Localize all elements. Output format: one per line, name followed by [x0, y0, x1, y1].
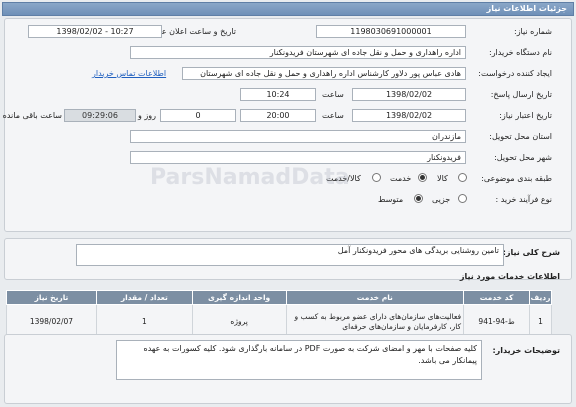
category-goods-radio[interactable]: [458, 173, 467, 182]
validity-time-field[interactable]: 20:00: [240, 109, 316, 122]
remaining-label: ساعت باقی مانده: [2, 111, 62, 120]
days-field[interactable]: 0: [160, 109, 236, 122]
validity-date-field[interactable]: 1398/02/02: [352, 109, 466, 122]
remaining-time-field: 09:29:06: [64, 109, 136, 122]
header-quantity: تعداد / مقدار: [95, 290, 193, 305]
need-number-label: شماره نیاز:: [514, 27, 552, 36]
process-medium-radio[interactable]: [414, 194, 423, 203]
panel-header: جزئیات اطلاعات نیاز: [2, 2, 574, 16]
creator-label: ایجاد کننده درخواست:: [478, 69, 552, 78]
process-label: نوع فرآیند خرید :: [495, 195, 552, 204]
send-deadline-label: تاریخ ارسال پاسخ:: [490, 90, 552, 99]
panel-title: جزئیات اطلاعات نیاز: [486, 4, 567, 13]
announce-field[interactable]: 1398/02/02 - 10:27: [28, 25, 162, 38]
category-both-radio[interactable]: [372, 173, 381, 182]
header-row-number: ردیف: [529, 290, 552, 305]
notes-field[interactable]: کلیه صفحات با مهر و امضای شرکت به صورت P…: [116, 340, 482, 380]
services-table: ردیف کد خدمت نام خدمت واحد اندازه گیری ت…: [6, 290, 552, 339]
validity-label: تاریخ اعتبار نیاز:: [499, 111, 552, 120]
send-date-field[interactable]: 1398/02/02: [352, 88, 466, 101]
header-need-date: تاریخ نیاز: [6, 290, 97, 305]
city-field[interactable]: فریدونکنار: [130, 151, 466, 164]
days-label: روز و: [138, 111, 156, 120]
send-time-label: ساعت: [322, 90, 344, 99]
province-field[interactable]: مازندران: [130, 130, 466, 143]
process-medium-label: متوسط: [378, 195, 404, 204]
notes-label: توضیحات خریدار:: [492, 346, 560, 355]
category-service-label: خدمت: [390, 174, 412, 183]
description-label: شرح کلی نیاز:: [502, 248, 560, 257]
services-title: اطلاعات خدمات مورد نیاز: [459, 272, 560, 281]
category-service-radio[interactable]: [418, 173, 427, 182]
description-field[interactable]: تامین روشنایی بریدگی های محور فریدونکنار…: [76, 244, 504, 266]
process-minor-label: جزیی: [432, 195, 451, 204]
header-unit: واحد اندازه گیری: [191, 290, 287, 305]
buyer-field[interactable]: اداره راهداری و حمل و نقل جاده ای شهرستا…: [130, 46, 466, 59]
header-service-code: کد خدمت: [463, 290, 531, 305]
need-number-field[interactable]: 1198030691000001: [316, 25, 466, 38]
province-label: استان محل تحویل:: [489, 132, 552, 141]
header-service-name: نام خدمت: [285, 290, 465, 305]
contact-info-link[interactable]: اطلاعات تماس خریدار: [92, 69, 166, 78]
category-goods-label: کالا: [437, 174, 448, 183]
city-label: شهر محل تحویل:: [494, 153, 552, 162]
creator-field[interactable]: هادی عباس پور دلاور کارشناس اداره راهدار…: [182, 67, 466, 80]
table-header-row: ردیف کد خدمت نام خدمت واحد اندازه گیری ت…: [6, 290, 552, 305]
category-label: طبقه بندی موضوعی:: [481, 174, 552, 183]
send-time-field[interactable]: 10:24: [240, 88, 316, 101]
process-minor-radio[interactable]: [458, 194, 467, 203]
buyer-label: نام دستگاه خریدار:: [489, 48, 552, 57]
category-both-label: کالا/خدمت: [326, 174, 361, 183]
validity-time-label: ساعت: [322, 111, 344, 120]
